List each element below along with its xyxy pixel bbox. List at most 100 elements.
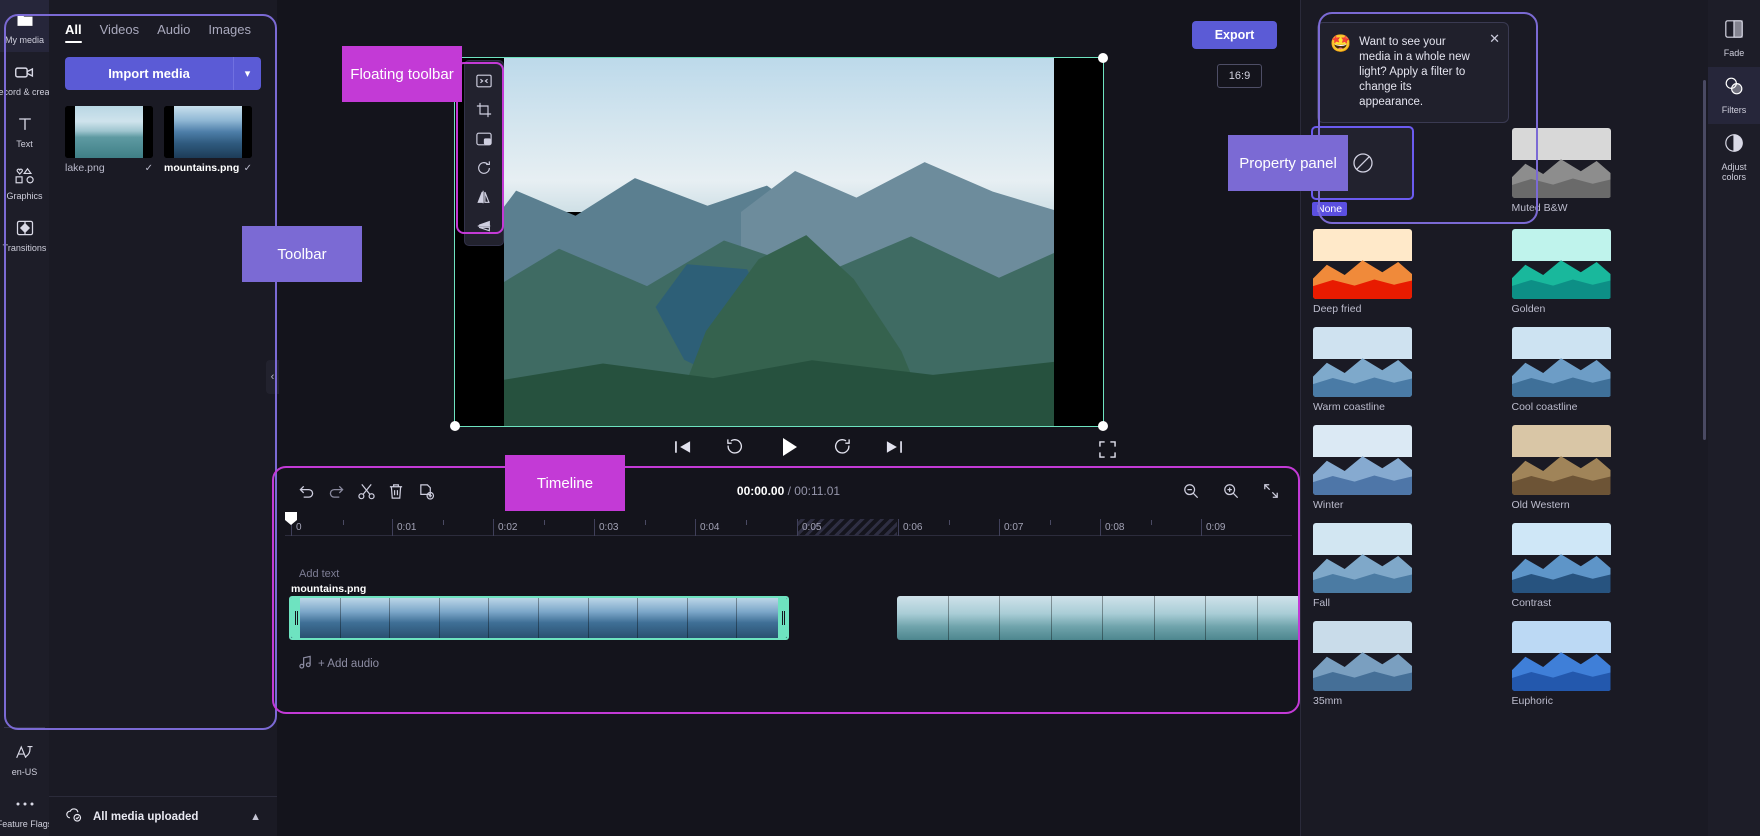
play-icon[interactable] xyxy=(774,432,804,462)
media-panel: All Videos Audio Images Import media ▾ l… xyxy=(49,0,277,836)
transitions-icon xyxy=(14,217,36,239)
flip-horizontal-icon[interactable] xyxy=(469,183,499,210)
fade-icon xyxy=(1724,19,1744,44)
media-item-lake[interactable]: lake.png ✓ xyxy=(65,106,153,174)
chevron-down-icon[interactable]: ▾ xyxy=(233,57,261,90)
filter-item-winter[interactable]: Winter xyxy=(1313,425,1412,511)
skip-previous-icon[interactable] xyxy=(670,434,696,460)
import-row: Import media ▾ xyxy=(65,57,261,90)
filter-thumbnail xyxy=(1511,425,1611,495)
chevron-left-icon[interactable]: ‹ xyxy=(266,360,279,394)
zoom-out-icon[interactable] xyxy=(1176,476,1206,506)
rotate-icon[interactable] xyxy=(469,154,499,181)
skip-next-icon[interactable] xyxy=(882,434,908,460)
filter-item-35mm[interactable]: 35mm xyxy=(1313,621,1412,707)
media-thumbnail xyxy=(65,106,153,158)
timeline-ruler[interactable]: 0 0:01 0:02 0:03 0:04 0:05 0:06 0:07 0:0… xyxy=(285,510,1292,536)
filter-item-euphoric[interactable]: Euphoric xyxy=(1511,621,1611,707)
upload-status-text: All media uploaded xyxy=(93,810,199,823)
export-button[interactable]: Export xyxy=(1192,21,1277,49)
ruler-tick: 0:06 xyxy=(898,519,922,536)
music-note-icon xyxy=(299,655,312,674)
redo-icon[interactable] xyxy=(321,476,351,506)
media-caption: mountains.png ✓ xyxy=(164,162,252,174)
filter-name: 35mm xyxy=(1313,695,1343,707)
close-icon[interactable]: ✕ xyxy=(1489,31,1500,47)
clipchamp-editor: My media Record & create Text xyxy=(0,0,1760,836)
filter-item-fall[interactable]: Fall xyxy=(1313,523,1412,609)
sidebar-item-language[interactable]: en-US xyxy=(0,732,49,784)
fit-timeline-icon[interactable] xyxy=(1256,476,1286,506)
media-item-mountains[interactable]: mountains.png ✓ xyxy=(164,106,252,174)
ruler-minor-tick xyxy=(746,520,747,525)
clip-trim-handle-right[interactable] xyxy=(778,598,787,638)
tab-videos[interactable]: Videos xyxy=(100,22,140,43)
forward-5s-icon[interactable] xyxy=(830,434,856,460)
sidebar-item-my-media[interactable]: My media xyxy=(0,0,49,52)
chevron-up-icon[interactable]: ▲ xyxy=(250,811,261,823)
filter-name: Muted B&W xyxy=(1511,202,1568,214)
timeline-clip-lake[interactable] xyxy=(897,596,1309,640)
filters-scrollbar[interactable] xyxy=(1703,80,1706,440)
sidebar-item-feature-flags[interactable]: Feature Flags xyxy=(0,784,53,836)
ruler-minor-tick xyxy=(1050,520,1051,525)
ruler-tick: 0:02 xyxy=(493,519,517,536)
folder-icon xyxy=(14,9,36,31)
right-rail-item-adjust-colors[interactable]: Adjust colors xyxy=(1708,124,1760,191)
sidebar-label-language: en-US xyxy=(11,767,38,777)
right-rail-item-filters[interactable]: Filters xyxy=(1708,67,1760,124)
zoom-in-icon[interactable] xyxy=(1216,476,1246,506)
sidebar-item-text[interactable]: Text xyxy=(0,104,49,156)
coach-mark-text: Want to see your media in a whole new li… xyxy=(1359,36,1470,108)
filter-item-warm-coastline[interactable]: Warm coastline xyxy=(1313,327,1412,413)
aspect-ratio-chip[interactable]: 16:9 xyxy=(1217,64,1262,88)
right-rail-item-fade[interactable]: Fade xyxy=(1708,10,1760,67)
flip-vertical-icon[interactable] xyxy=(469,212,499,239)
audio-waveform xyxy=(285,650,1292,678)
text-track[interactable]: Add text xyxy=(285,568,1292,584)
callout-property-panel: Property panel xyxy=(1228,135,1348,191)
picture-in-picture-icon[interactable] xyxy=(469,125,499,152)
sidebar-item-record-create[interactable]: Record & create xyxy=(0,52,57,104)
video-canvas[interactable] xyxy=(454,57,1104,427)
crop-icon[interactable] xyxy=(469,96,499,123)
split-icon[interactable] xyxy=(351,476,381,506)
letterbox-left xyxy=(65,106,75,158)
filter-item-old-western[interactable]: Old Western xyxy=(1511,425,1611,511)
timeline-clip-mountains[interactable] xyxy=(289,596,789,640)
sidebar-item-graphics[interactable]: Graphics xyxy=(0,156,49,208)
filter-thumbnail xyxy=(1313,523,1412,593)
filter-thumbnail xyxy=(1511,128,1611,198)
duplicate-icon[interactable] xyxy=(411,476,441,506)
import-media-button[interactable]: Import media xyxy=(65,57,233,90)
ruler-minor-tick xyxy=(443,520,444,525)
filter-thumbnail xyxy=(1313,621,1412,691)
filter-thumbnail xyxy=(1313,229,1412,299)
upload-status-bar[interactable]: All media uploaded ▲ xyxy=(49,796,277,836)
undo-icon[interactable] xyxy=(291,476,321,506)
fullscreen-icon[interactable] xyxy=(1094,436,1120,462)
filter-item-cool-coastline[interactable]: Cool coastline xyxy=(1511,327,1611,413)
adjust-colors-icon xyxy=(1724,133,1744,158)
rewind-5s-icon[interactable] xyxy=(722,434,748,460)
clip-trim-handle-left[interactable] xyxy=(291,598,300,638)
callout-timeline: Timeline xyxy=(505,455,625,511)
property-panel: 🤩 Want to see your media in a whole new … xyxy=(1300,0,1708,836)
tab-images[interactable]: Images xyxy=(208,22,251,43)
tab-all[interactable]: All xyxy=(65,22,82,43)
sidebar-item-transitions[interactable]: Transitions xyxy=(0,208,49,260)
filter-name: Winter xyxy=(1313,499,1344,511)
sidebar-label-feature-flags: Feature Flags xyxy=(0,819,53,829)
filter-item-golden[interactable]: Golden xyxy=(1511,229,1611,315)
filter-item-deep-fried[interactable]: Deep fried xyxy=(1313,229,1412,315)
tab-audio[interactable]: Audio xyxy=(157,22,190,43)
total-time: 00:11.01 xyxy=(794,484,841,498)
filter-item-muted-bw[interactable]: Muted B&W xyxy=(1511,128,1611,217)
delete-icon[interactable] xyxy=(381,476,411,506)
filter-thumbnail xyxy=(1511,229,1611,299)
audio-track[interactable]: + Add audio xyxy=(285,650,1292,678)
filter-item-contrast[interactable]: Contrast xyxy=(1511,523,1611,609)
add-audio-label: + Add audio xyxy=(318,658,380,670)
fit-to-frame-icon[interactable] xyxy=(469,67,499,94)
filter-name: Euphoric xyxy=(1511,695,1553,707)
